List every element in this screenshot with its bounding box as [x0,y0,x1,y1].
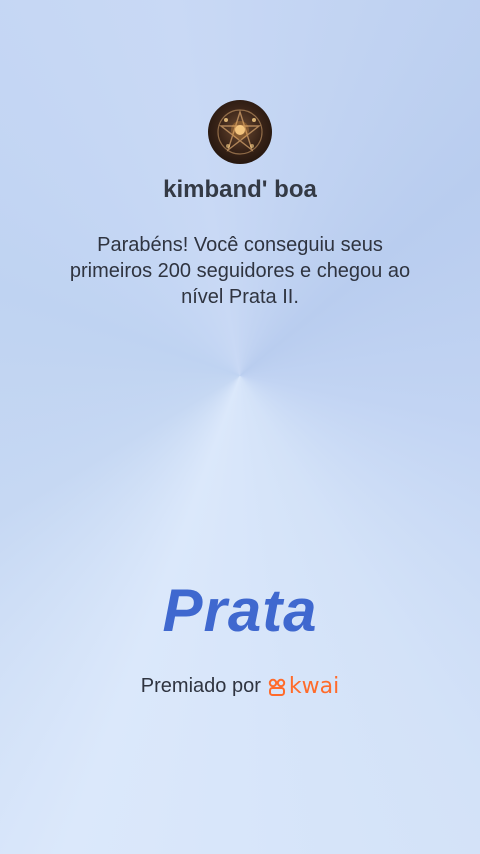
avatar[interactable] [208,100,272,164]
awarded-by-label: Premiado por [140,675,261,697]
username: kimband' boa [163,176,317,203]
brand-name: kwai [288,674,340,699]
achievement-screen: kimband' boa Parabéns! Você conseguiu se… [0,0,480,854]
achievement-message: Parabéns! Você conseguiu seus primeiros … [69,234,411,308]
kwai-logo-icon [267,677,287,697]
awarded-by-row: Premiado por kwai [0,674,480,699]
brand-logo: kwai [267,674,339,699]
candle-pentagram-avatar-icon [217,109,263,155]
level-title: Prata [162,577,318,644]
